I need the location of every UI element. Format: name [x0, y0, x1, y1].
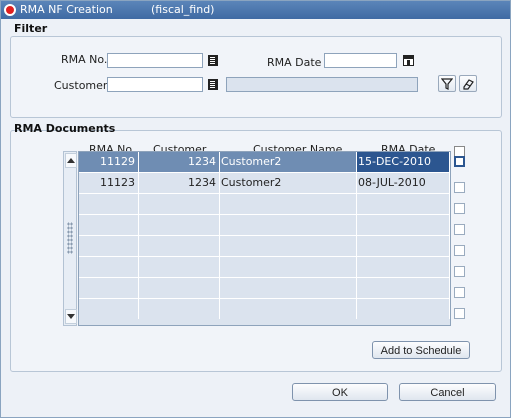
- row-checkbox[interactable]: [454, 287, 465, 298]
- oracle-ring-icon: [4, 4, 16, 16]
- row-checkbox[interactable]: [454, 182, 465, 193]
- cell-customer[interactable]: [139, 236, 220, 256]
- cell-rma-date[interactable]: [357, 194, 450, 214]
- cell-rma-date[interactable]: [357, 215, 450, 235]
- table-row[interactable]: 11129 1234 Customer2 15-DEC-2010: [79, 152, 450, 173]
- rma-documents-group-label: RMA Documents: [14, 122, 116, 135]
- cell-customer-name[interactable]: Customer2: [220, 173, 357, 193]
- cell-rma-no[interactable]: [79, 236, 139, 256]
- cell-rma-no[interactable]: [79, 194, 139, 214]
- cell-customer[interactable]: [139, 215, 220, 235]
- rma-documents-grid: 11129 1234 Customer2 15-DEC-2010 11123 1…: [78, 151, 451, 326]
- table-row[interactable]: [79, 215, 450, 236]
- window-subtitle: (fiscal_find): [151, 3, 215, 16]
- rma-date-field[interactable]: [324, 53, 397, 68]
- rma-no-lov-icon[interactable]: [206, 53, 220, 67]
- table-row[interactable]: [79, 236, 450, 257]
- filter-group-label: Filter: [14, 22, 48, 35]
- search-filter-button[interactable]: [438, 75, 456, 92]
- cancel-button[interactable]: Cancel: [399, 383, 496, 401]
- chevron-up-icon: [67, 158, 75, 163]
- grid-scrollbar[interactable]: [63, 151, 77, 326]
- cell-customer[interactable]: 1234: [139, 173, 220, 193]
- row-checkbox[interactable]: [454, 156, 465, 167]
- customer-lov-icon[interactable]: [206, 77, 220, 91]
- customer-name-field: [226, 77, 418, 92]
- scroll-grip[interactable]: [67, 222, 73, 254]
- customer-field[interactable]: [107, 77, 203, 92]
- row-checkbox[interactable]: [454, 224, 465, 235]
- cell-customer-name[interactable]: [220, 194, 357, 214]
- window-title: RMA NF Creation: [20, 3, 113, 16]
- cell-customer[interactable]: [139, 194, 220, 214]
- cell-rma-date[interactable]: 15-DEC-2010: [357, 152, 450, 172]
- rma-nf-creation-window: RMA NF Creation (fiscal_find) Filter RMA…: [0, 0, 511, 418]
- cell-customer[interactable]: [139, 299, 220, 319]
- cell-customer-name[interactable]: Customer2: [220, 152, 357, 172]
- eraser-icon: [463, 78, 474, 90]
- cell-rma-date[interactable]: [357, 257, 450, 277]
- cell-customer-name[interactable]: [220, 236, 357, 256]
- row-checkbox[interactable]: [454, 245, 465, 256]
- cell-customer[interactable]: [139, 257, 220, 277]
- ok-button[interactable]: OK: [292, 383, 388, 401]
- rma-no-field[interactable]: [107, 53, 203, 68]
- cell-customer-name[interactable]: [220, 299, 357, 319]
- rma-date-label: RMA Date: [267, 56, 322, 69]
- cell-rma-no[interactable]: [79, 257, 139, 277]
- table-row[interactable]: [79, 278, 450, 299]
- clear-filter-button[interactable]: [459, 75, 477, 92]
- row-checkbox[interactable]: [454, 308, 465, 319]
- cell-rma-no[interactable]: [79, 215, 139, 235]
- funnel-icon: [441, 77, 453, 90]
- cell-customer[interactable]: 1234: [139, 152, 220, 172]
- cell-rma-date[interactable]: [357, 236, 450, 256]
- cell-rma-no[interactable]: 11123: [79, 173, 139, 193]
- cell-rma-date[interactable]: [357, 299, 450, 319]
- table-row[interactable]: [79, 194, 450, 215]
- add-to-schedule-button[interactable]: Add to Schedule: [372, 341, 470, 359]
- chevron-down-icon: [67, 314, 75, 319]
- cell-customer-name[interactable]: [220, 278, 357, 298]
- scroll-down-button[interactable]: [65, 309, 77, 324]
- title-bar: RMA NF Creation (fiscal_find): [1, 1, 510, 19]
- scroll-up-button[interactable]: [65, 153, 77, 168]
- cell-customer-name[interactable]: [220, 215, 357, 235]
- table-row[interactable]: [79, 257, 450, 278]
- table-row[interactable]: 11123 1234 Customer2 08-JUL-2010: [79, 173, 450, 194]
- row-checkbox[interactable]: [454, 266, 465, 277]
- cell-rma-date[interactable]: [357, 278, 450, 298]
- calendar-icon[interactable]: [401, 53, 415, 67]
- cell-customer[interactable]: [139, 278, 220, 298]
- customer-label: Customer: [54, 79, 108, 92]
- cell-rma-no[interactable]: 11129: [79, 152, 139, 172]
- cell-customer-name[interactable]: [220, 257, 357, 277]
- cell-rma-no[interactable]: [79, 278, 139, 298]
- cell-rma-date[interactable]: 08-JUL-2010: [357, 173, 450, 193]
- rma-no-label: RMA No.: [61, 53, 108, 66]
- row-checkbox[interactable]: [454, 203, 465, 214]
- cell-rma-no[interactable]: [79, 299, 139, 319]
- table-row[interactable]: [79, 299, 450, 320]
